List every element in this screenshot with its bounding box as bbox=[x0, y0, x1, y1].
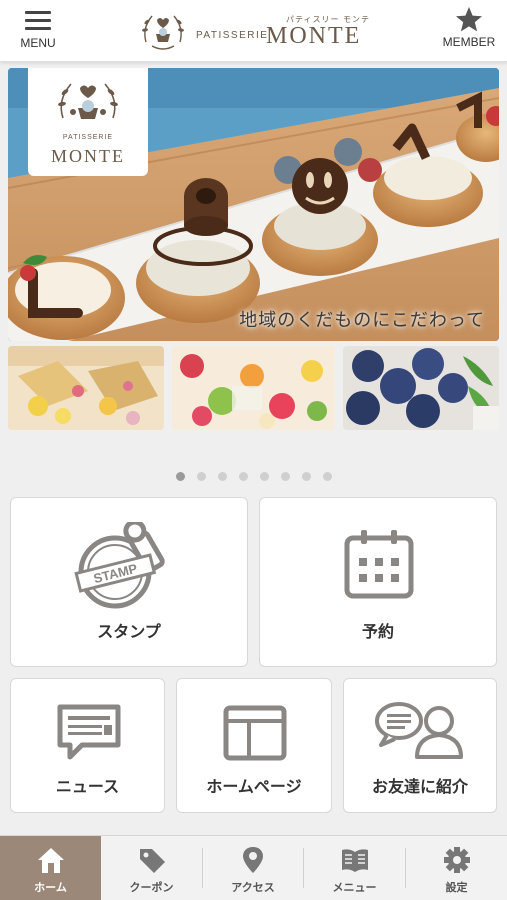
stamp-icon: STAMP bbox=[74, 522, 165, 609]
thumbnail-image bbox=[343, 346, 499, 430]
hero-logo-badge: PATISSERIE MONTE bbox=[28, 68, 148, 176]
brand-name: MONTE bbox=[266, 23, 362, 49]
tab-home[interactable]: ホーム bbox=[0, 836, 101, 900]
tab-coupon[interactable]: クーポン bbox=[101, 836, 202, 900]
app-header: MENU パティスリー モンテ PATISSERIE MONTE MEMBER bbox=[0, 0, 507, 62]
member-button[interactable]: MEMBER bbox=[437, 6, 501, 56]
tab-coupon-label: クーポン bbox=[129, 881, 174, 894]
star-icon bbox=[456, 7, 482, 32]
tag-icon bbox=[139, 849, 165, 873]
hero-logo-name: MONTE bbox=[51, 146, 125, 166]
tab-access-label: アクセス bbox=[231, 881, 275, 894]
bottom-tab-bar: ホーム クーポン アクセス メニュー 設定 bbox=[0, 835, 507, 900]
carousel-pagination bbox=[0, 472, 507, 482]
homepage-label: ホームページ bbox=[206, 777, 302, 796]
carousel-dot[interactable] bbox=[238, 472, 248, 481]
menu-button[interactable]: MENU bbox=[14, 10, 62, 56]
carousel-thumbnail[interactable] bbox=[8, 346, 164, 430]
homepage-tile[interactable]: ホームページ bbox=[176, 678, 332, 813]
crest-icon bbox=[58, 83, 118, 119]
tab-settings-label: 設定 bbox=[445, 881, 468, 894]
stamp-tile[interactable]: STAMP スタンプ bbox=[10, 497, 248, 667]
carousel-dot[interactable] bbox=[280, 472, 290, 481]
tab-settings[interactable]: 設定 bbox=[406, 836, 507, 900]
news-icon bbox=[57, 704, 121, 760]
hamburger-icon bbox=[25, 10, 51, 30]
brand-patisserie: PATISSERIE bbox=[196, 30, 269, 41]
home-icon bbox=[37, 848, 64, 873]
tab-access[interactable]: アクセス bbox=[203, 836, 303, 900]
tab-home-label: ホーム bbox=[34, 881, 67, 894]
crest-icon bbox=[142, 15, 184, 50]
tab-menu-label: メニュー bbox=[332, 881, 377, 894]
thumbnail-image bbox=[8, 346, 164, 430]
map-pin-icon bbox=[243, 847, 263, 873]
open-book-icon bbox=[341, 849, 368, 872]
carousel-thumbnail[interactable] bbox=[343, 346, 499, 430]
brand-logo: パティスリー モンテ PATISSERIE MONTE bbox=[138, 6, 378, 56]
invite-friend-icon bbox=[375, 702, 463, 759]
news-label: ニュース bbox=[55, 777, 120, 796]
invite-friend-label: お友達に紹介 bbox=[371, 777, 468, 796]
stamp-label: スタンプ bbox=[97, 622, 161, 641]
carousel-dot[interactable] bbox=[301, 472, 311, 481]
reservation-tile[interactable]: 予約 bbox=[259, 497, 497, 667]
carousel-dot[interactable] bbox=[217, 472, 227, 481]
carousel-thumbnail[interactable] bbox=[172, 346, 335, 430]
thumbnail-image bbox=[172, 346, 335, 430]
invite-friend-tile[interactable]: お友達に紹介 bbox=[343, 678, 497, 813]
gear-icon bbox=[443, 847, 470, 873]
carousel-dot[interactable] bbox=[322, 472, 332, 481]
browser-window-icon bbox=[223, 705, 287, 761]
carousel-dot[interactable] bbox=[196, 472, 206, 481]
hero-logo-patisserie: PATISSERIE bbox=[62, 134, 114, 141]
hero-banner[interactable]: PATISSERIE MONTE 地域のくだものにこだわって bbox=[8, 68, 499, 341]
carousel-dot[interactable] bbox=[259, 472, 269, 481]
hero-caption: 地域のくだものにこだわって bbox=[239, 310, 485, 331]
calendar-icon bbox=[344, 530, 414, 599]
reservation-label: 予約 bbox=[361, 622, 394, 641]
carousel-dot[interactable] bbox=[175, 472, 185, 481]
tab-menu[interactable]: メニュー bbox=[304, 836, 405, 900]
news-tile[interactable]: ニュース bbox=[10, 678, 165, 813]
member-label: MEMBER bbox=[442, 35, 496, 49]
menu-label: MENU bbox=[20, 36, 56, 50]
